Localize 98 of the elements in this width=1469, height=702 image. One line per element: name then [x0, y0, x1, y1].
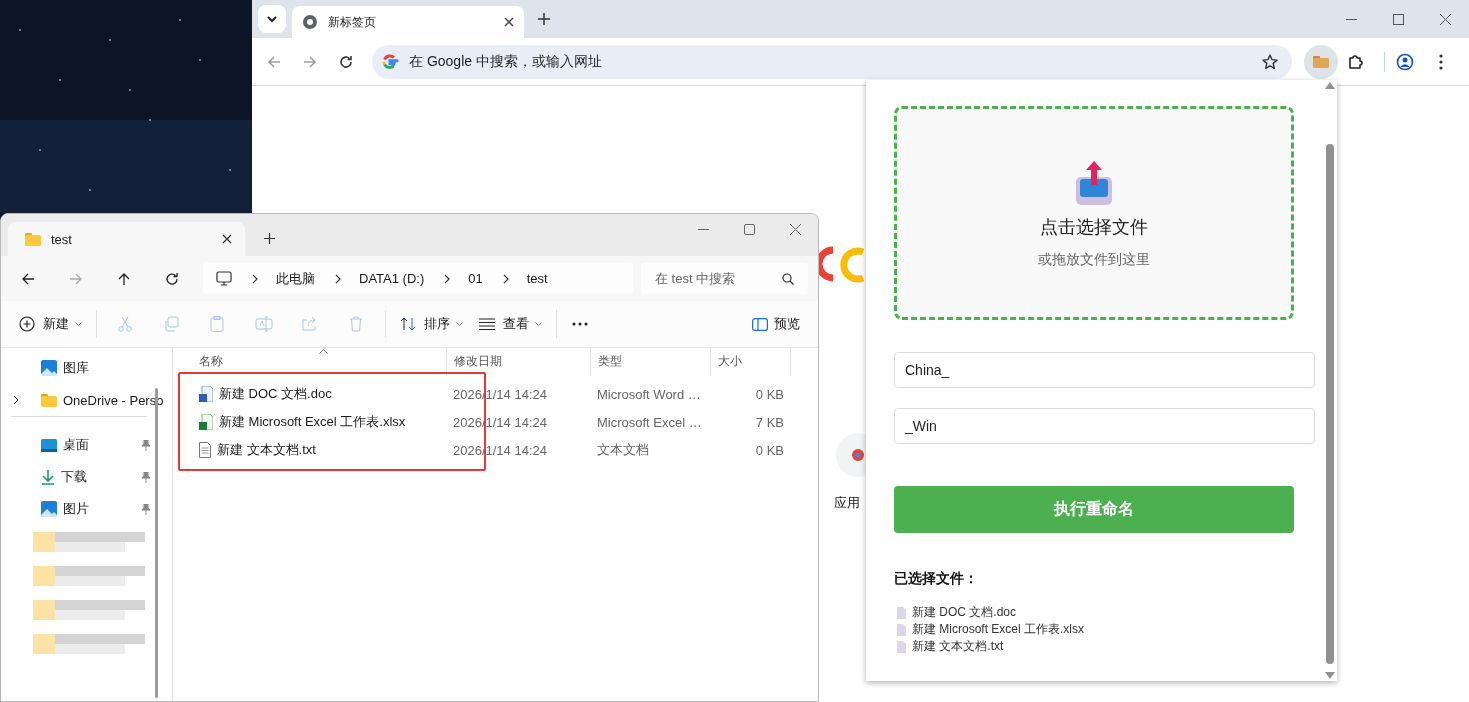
word-file-icon — [199, 386, 213, 402]
file-icon — [897, 606, 906, 619]
selected-file-name: 新建 DOC 文档.doc — [912, 604, 1016, 621]
size-cell-text: 7 KB — [754, 414, 785, 430]
caret-icon — [535, 321, 542, 327]
type-cell-text: Microsoft Word … — [596, 386, 702, 402]
puzzle-icon[interactable] — [1347, 52, 1365, 71]
breadcrumb-item[interactable]: 01 — [468, 271, 483, 286]
column-header[interactable]: 名称 — [173, 348, 447, 376]
logo-fragment — [819, 244, 865, 284]
drop-title: 点击选择文件 — [1040, 216, 1148, 239]
close-icon[interactable] — [1440, 13, 1451, 25]
folder-icon — [1313, 55, 1329, 68]
breadcrumb-item[interactable]: 此电脑 — [276, 269, 315, 288]
column-header[interactable]: 类型 — [591, 348, 711, 376]
chevron-right-icon — [335, 273, 341, 284]
address-placeholder: 在 Google 中搜索，或输入网址 — [409, 52, 602, 71]
address-bar[interactable]: 此电脑 DATA1 (D:) 01 test — [203, 263, 633, 294]
caret-icon — [456, 321, 463, 327]
view-button[interactable]: 查看 — [471, 307, 550, 341]
search-icon — [782, 272, 794, 285]
tab-search-button[interactable] — [258, 5, 286, 33]
input-field[interactable]: _Win — [894, 408, 1315, 444]
up-icon[interactable] — [117, 271, 131, 286]
scrollbar[interactable] — [1322, 82, 1337, 679]
address-bar[interactable]: 在 Google 中搜索，或输入网址 — [372, 44, 1292, 79]
maximize-icon[interactable] — [1393, 13, 1404, 25]
file-name: 新建 文本文档.txt — [217, 441, 316, 459]
sort-caret-icon — [319, 349, 328, 354]
text-file-icon — [199, 442, 211, 458]
sidebar-label: 桌面 — [63, 436, 90, 454]
caret-icon — [75, 321, 82, 327]
new-tab-icon[interactable] — [264, 233, 275, 244]
tab-title: test — [51, 231, 73, 247]
chevron-right-icon — [444, 273, 451, 284]
refresh-icon[interactable] — [165, 271, 179, 286]
type-cell-text: Microsoft Excel … — [596, 414, 703, 430]
app-icon — [851, 448, 865, 462]
column-header[interactable]: 大小 — [711, 348, 791, 376]
search-field[interactable]: 在 test 中搜索 — [641, 263, 808, 294]
profile-icon[interactable] — [1396, 52, 1414, 71]
forward-icon[interactable] — [303, 54, 317, 69]
chevron-right-icon — [502, 273, 509, 284]
breadcrumb-item[interactable]: DATA1 (D:) — [359, 271, 425, 286]
file-name: 新建 Microsoft Excel 工作表.xlsx — [219, 413, 406, 431]
selected-files-heading: 已选择文件： — [894, 570, 979, 588]
image-icon — [41, 501, 57, 517]
type-cell-text: 文本文档 — [596, 441, 650, 459]
g-logo-icon — [381, 52, 399, 71]
sidebar-label: 图片 — [63, 500, 90, 518]
column-header[interactable]: 修改日期 — [447, 348, 591, 376]
scrollbar-thumb[interactable] — [1325, 144, 1334, 664]
file-icon — [897, 623, 906, 636]
chevron-right-icon[interactable] — [13, 395, 19, 405]
file-icon — [897, 640, 906, 653]
breadcrumb-item[interactable]: test — [526, 271, 548, 286]
panel-icon — [752, 317, 768, 331]
scroll-up-icon[interactable] — [1324, 82, 1335, 89]
new-tab-icon[interactable] — [538, 13, 550, 25]
back-icon[interactable] — [21, 271, 35, 286]
selected-file-name: 新建 Microsoft Excel 工作表.xlsx — [912, 621, 1085, 638]
size-cell-text: 0 KB — [754, 386, 785, 402]
sidebar-label: 图库 — [63, 359, 90, 377]
folder-icon — [25, 232, 41, 246]
maximize-icon[interactable] — [743, 223, 755, 235]
drop-hint: 或拖放文件到这里 — [1038, 251, 1150, 269]
spreadsheet-file-icon — [199, 414, 213, 430]
selected-file-name: 新建 文本文档.txt — [912, 638, 1004, 655]
drop-zone[interactable]: 点击选择文件 或拖放文件到这里 — [894, 106, 1294, 320]
menu-icon[interactable] — [1439, 53, 1443, 70]
preview-button[interactable]: 预览 — [744, 307, 808, 341]
chevron-right-icon — [252, 273, 258, 284]
tab-title: 新标签页 — [328, 13, 377, 31]
input-field[interactable]: China_ — [894, 352, 1315, 388]
computer-icon — [216, 271, 232, 286]
reload-icon[interactable] — [339, 54, 353, 69]
upload-tray-icon — [1074, 161, 1114, 205]
image-icon — [41, 360, 57, 376]
scroll-down-icon[interactable] — [1324, 672, 1335, 679]
star-icon[interactable] — [1262, 53, 1278, 70]
close-icon[interactable] — [222, 234, 232, 244]
sidebar-item[interactable]: 下载 — [1, 461, 172, 493]
explorer-tab[interactable]: test — [8, 222, 245, 256]
file-name: 新建 DOC 文档.doc — [219, 385, 332, 403]
download-icon — [41, 469, 55, 485]
sidebar-item[interactable]: 桌面 — [1, 429, 172, 461]
sidebar-label: 下载 — [61, 468, 88, 486]
size-cell-text: 0 KB — [754, 442, 785, 458]
shortcut-label: 应用 — [834, 494, 860, 512]
chevron-down-icon — [267, 15, 277, 23]
sort-button[interactable]: 排序 — [392, 307, 471, 341]
folder-icon — [41, 393, 57, 407]
close-icon[interactable] — [504, 17, 514, 27]
sidebar-item[interactable]: 图库 — [1, 352, 172, 384]
browser-tab[interactable]: 新标签页 — [292, 6, 524, 38]
new-button[interactable]: 新建 — [11, 307, 90, 341]
sidebar-item[interactable]: 图片 — [1, 493, 172, 525]
desktop-icon — [41, 438, 57, 452]
